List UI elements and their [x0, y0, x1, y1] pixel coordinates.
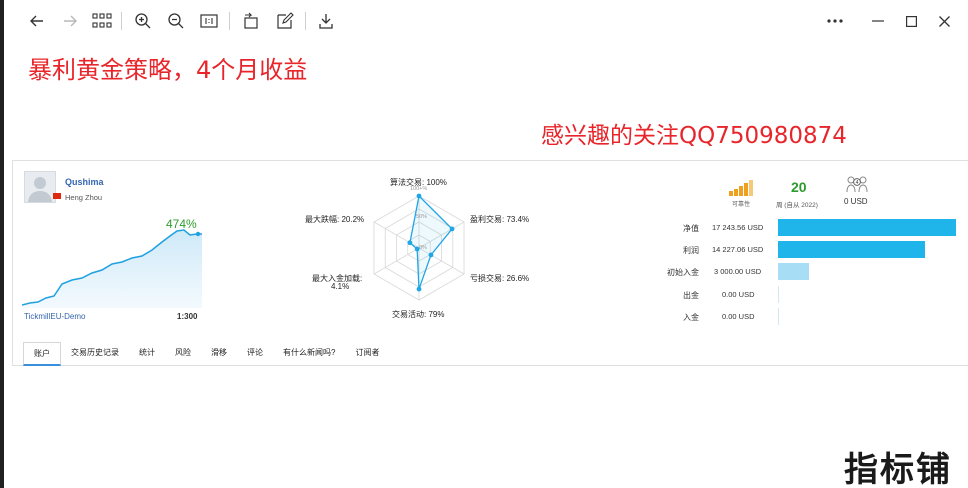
- maximize-icon[interactable]: [899, 9, 923, 33]
- finance-value: 17 243.56 USD: [712, 223, 764, 232]
- finance-value: 0.00 USD: [722, 312, 755, 321]
- promo-contact: 感兴趣的关注QQ750980874: [541, 123, 847, 149]
- finance-label: 初始入金: [667, 268, 699, 277]
- promo-headline: 暴利黄金策略，4个月收益: [28, 56, 308, 84]
- toolbar-divider: [229, 12, 230, 30]
- edit-icon[interactable]: [273, 9, 297, 33]
- close-icon[interactable]: [932, 9, 956, 33]
- toolbar-divider: [305, 12, 306, 30]
- radar-label-loss: 亏损交易: 26.6%: [470, 274, 530, 283]
- radar-label-profit: 盈利交易: 73.4%: [470, 215, 530, 224]
- avatar[interactable]: [24, 171, 56, 203]
- reliability-icon: [729, 180, 757, 201]
- toolbar-divider: [121, 12, 122, 30]
- radar-label-mid: 50%: [416, 214, 428, 220]
- finance-label: 出金: [683, 291, 699, 300]
- finance-bar: [778, 263, 809, 280]
- zoom-in-icon[interactable]: [131, 9, 155, 33]
- radar-series-shape: [409, 194, 453, 290]
- radar-label-drawdown: 最大跌幅: 20.2%: [305, 215, 365, 224]
- tab-risks[interactable]: 风险: [165, 342, 201, 366]
- radar-label-max-load-value: 4.1%: [331, 282, 350, 291]
- finance-label: 入金: [683, 313, 699, 322]
- china-flag-icon: [53, 193, 61, 199]
- leverage-value: 1:300: [177, 312, 198, 321]
- radar-point-max_drawdown: [407, 240, 413, 246]
- watermark-logo: 指标铺: [844, 450, 952, 488]
- weeks-count: 20: [791, 179, 807, 195]
- tab-statistics[interactable]: 统计: [129, 342, 165, 366]
- author-city: Heng Zhou: [65, 193, 103, 202]
- finance-bar: [778, 241, 925, 258]
- radar-label-zero: 0%: [419, 245, 427, 251]
- broker-server-link[interactable]: TickmillEU-Demo: [24, 312, 85, 321]
- tab-history[interactable]: 交易历史记录: [61, 342, 129, 366]
- finance-label: 利润: [683, 246, 699, 255]
- finance-bar: [778, 219, 956, 236]
- signal-author-name[interactable]: Qushima: [65, 177, 104, 187]
- radar-point-profit: [449, 226, 455, 232]
- finance-bar: [778, 286, 779, 303]
- tab-account[interactable]: 账户: [23, 342, 61, 366]
- radar-point-activity: [416, 286, 422, 292]
- tab-subscribers[interactable]: 订阅者: [345, 342, 389, 366]
- finance-label: 净值: [683, 224, 699, 233]
- subscribers-count: 4: [856, 180, 859, 186]
- viewer-toolbar: [8, 0, 968, 42]
- finance-value: 3 000.00 USD: [714, 267, 762, 276]
- more-icon[interactable]: [823, 9, 847, 33]
- rotate-icon[interactable]: [239, 9, 263, 33]
- finance-value: 14 227.06 USD: [712, 245, 764, 254]
- tab-news[interactable]: 有什么新闻吗?: [273, 342, 345, 366]
- radar-point-algo: [416, 193, 422, 199]
- grid-icon[interactable]: [90, 9, 114, 33]
- signal-tabs: 账户 交易历史记录 统计 风险 滑移 评论 有什么新闻吗? 订阅者: [23, 342, 389, 366]
- subscribers-value: 0 USD: [844, 197, 868, 206]
- radar-label-activity: 交易活动: 79%: [392, 310, 445, 319]
- reliability-label: 可靠性: [732, 202, 751, 208]
- finance-bar: [778, 308, 779, 325]
- finance-value: 0.00 USD: [722, 290, 755, 299]
- subscribers-icon: 4: [846, 174, 868, 199]
- radar-point-loss: [428, 252, 434, 258]
- minimize-icon[interactable]: [866, 9, 890, 33]
- forward-arrow-icon[interactable]: [58, 9, 82, 33]
- tab-reviews[interactable]: 评论: [237, 342, 273, 366]
- radar-label-center-top: 100+%: [410, 186, 428, 192]
- zoom-out-icon[interactable]: [164, 9, 188, 33]
- tab-slippage[interactable]: 滑移: [201, 342, 237, 366]
- growth-value: 474%: [166, 217, 197, 231]
- growth-mini-chart: [22, 229, 202, 308]
- fit-page-icon[interactable]: [197, 9, 221, 33]
- weeks-label: 周 (自从 2022): [776, 202, 818, 209]
- save-icon[interactable]: [314, 9, 338, 33]
- viewer-window: 暴利黄金策略，4个月收益 感兴趣的关注QQ750980874 Qushima H…: [0, 0, 968, 488]
- back-arrow-icon[interactable]: [25, 9, 49, 33]
